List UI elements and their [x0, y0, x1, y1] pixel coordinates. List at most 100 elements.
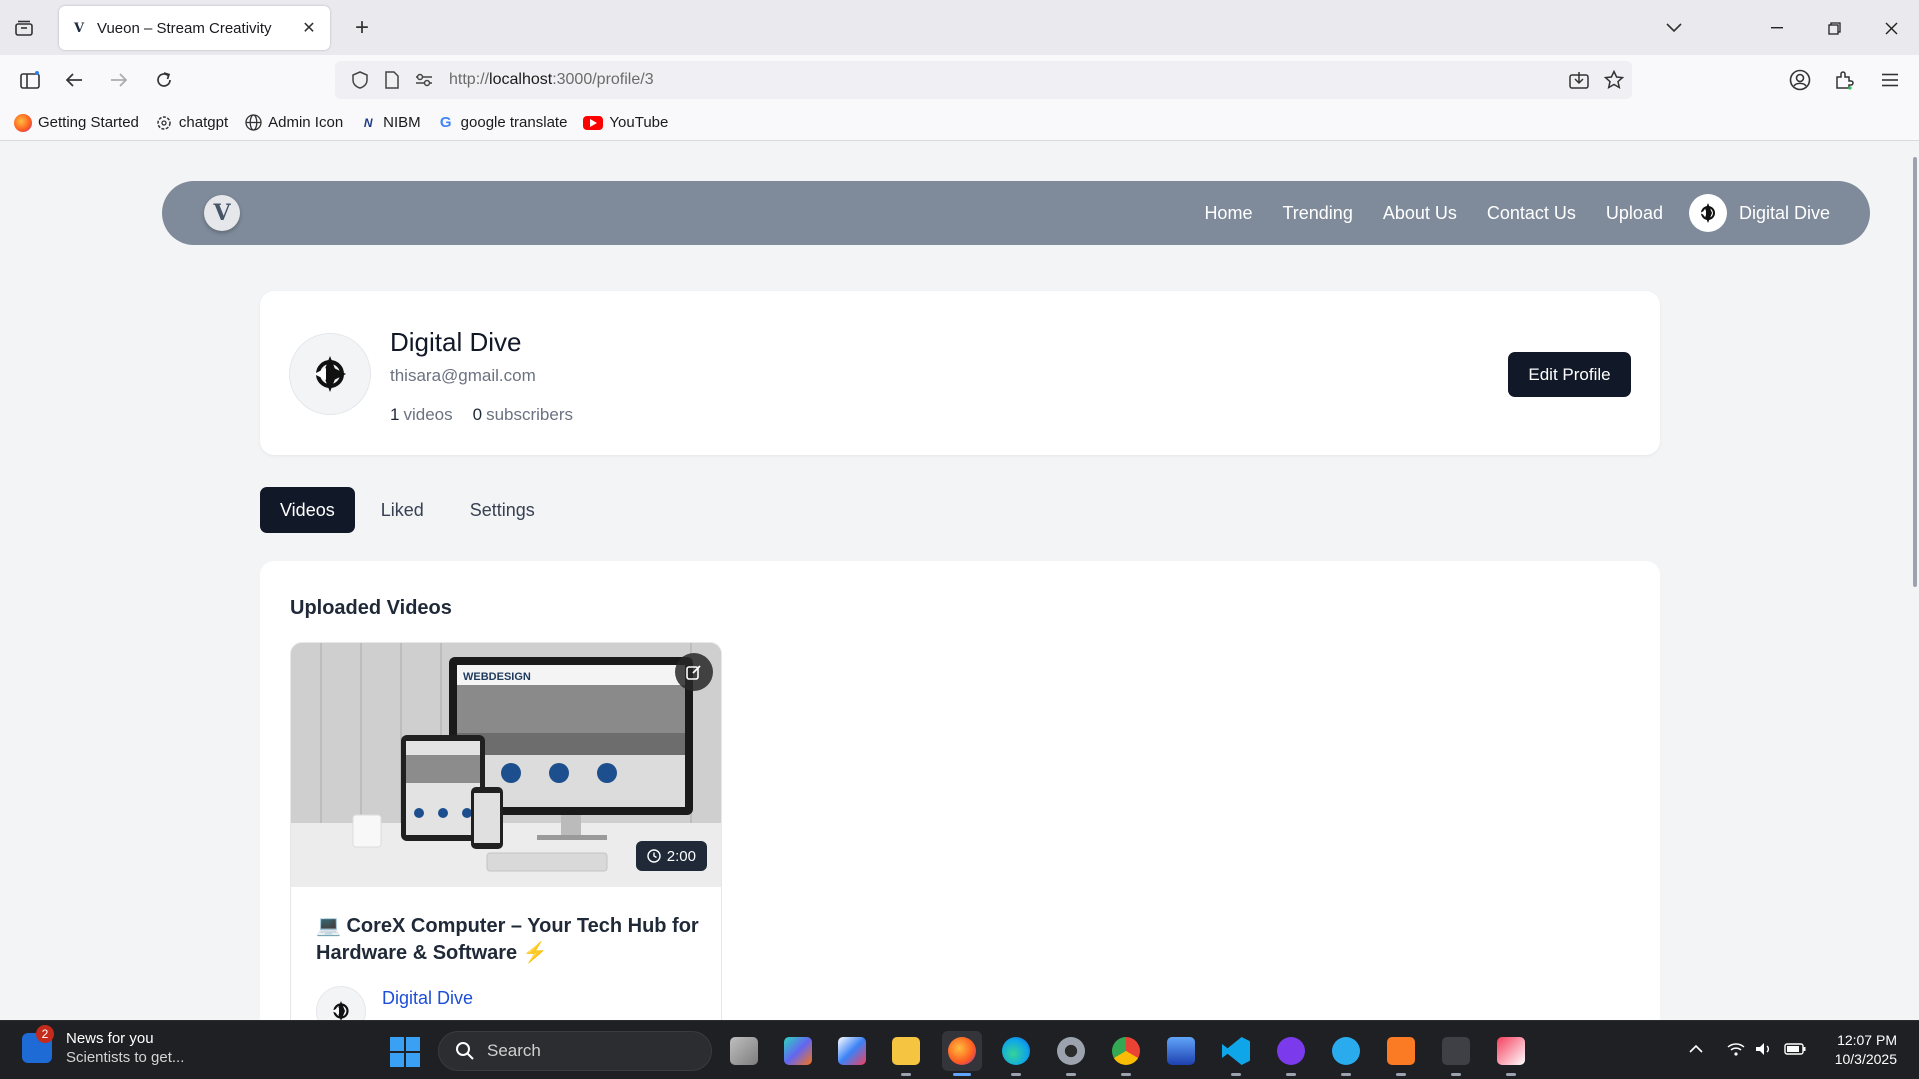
video-duration-badge: 2:00: [635, 841, 707, 871]
bookmark-chatgpt[interactable]: chatgpt: [155, 114, 228, 132]
terminal-icon[interactable]: [1436, 1031, 1476, 1076]
tab-title: Vueon – Stream Creativity: [97, 19, 272, 37]
reload-icon[interactable]: [148, 65, 180, 95]
globe-icon: [244, 114, 262, 132]
sidebar-toggle-icon[interactable]: [14, 65, 46, 95]
permissions-icon[interactable]: [411, 67, 437, 93]
profile-card: Digital Dive thisara@gmail.com 1 videos …: [260, 291, 1660, 455]
nibm-icon: N: [363, 115, 373, 130]
minimize-icon[interactable]: [1757, 12, 1797, 44]
telegram-icon[interactable]: [1326, 1031, 1366, 1076]
restore-icon[interactable]: [1814, 12, 1854, 44]
account-icon[interactable]: [1784, 65, 1816, 95]
wifi-icon[interactable]: [1724, 1037, 1748, 1061]
volume-icon[interactable]: [1752, 1037, 1776, 1061]
bookmark-youtube[interactable]: YouTube: [583, 114, 668, 131]
subscribers-stat: 0 subscribers: [473, 405, 573, 425]
channel-logo-icon: [332, 1001, 349, 1020]
edge-icon[interactable]: [996, 1031, 1036, 1076]
openai-icon: [155, 114, 173, 132]
photos-icon[interactable]: [1161, 1031, 1201, 1071]
search-icon: [456, 1042, 474, 1060]
xampp-icon[interactable]: [1381, 1031, 1421, 1076]
menu-hamburger-icon[interactable]: [1874, 65, 1906, 95]
tab-liked[interactable]: Liked: [361, 487, 444, 533]
clock-icon: [647, 849, 661, 863]
battery-icon[interactable]: [1782, 1037, 1808, 1061]
bookmark-label: NIBM: [383, 114, 421, 131]
tab-overflow-chevron-icon[interactable]: [1654, 12, 1694, 44]
edit-profile-button[interactable]: Edit Profile: [1508, 352, 1631, 397]
news-title: News for you: [66, 1030, 154, 1047]
bookmark-star-icon[interactable]: [1600, 68, 1628, 92]
bookmark-nibm[interactable]: N NIBM: [359, 114, 421, 132]
taskbar-clock[interactable]: 12:07 PM 10/3/2025: [1835, 1031, 1897, 1069]
profile-name: Digital Dive: [390, 327, 522, 357]
new-tab-icon[interactable]: +: [348, 14, 376, 42]
news-widget[interactable]: 2 News for you Scientists to get...: [22, 1025, 185, 1067]
edit-video-icon[interactable]: [675, 653, 713, 691]
profile-tabs: Videos Liked Settings: [260, 487, 561, 533]
store-icon[interactable]: [832, 1031, 872, 1071]
bookmark-getting-started[interactable]: Getting Started: [14, 113, 139, 132]
close-window-icon[interactable]: [1871, 12, 1911, 44]
tab-videos[interactable]: Videos: [260, 487, 355, 533]
clock-time: 12:07 PM: [1837, 1032, 1897, 1048]
nav-trending[interactable]: Trending: [1282, 203, 1352, 224]
nav-about[interactable]: About Us: [1383, 203, 1457, 224]
vscode-icon[interactable]: [1216, 1031, 1256, 1076]
address-bar[interactable]: http://localhost:3000/profile/3: [335, 61, 1632, 99]
nav-home[interactable]: Home: [1204, 203, 1252, 224]
video-card[interactable]: WEBDESIGN 2:00 💻 CoreX Computer – Your T…: [290, 642, 722, 1020]
back-icon[interactable]: [58, 65, 90, 95]
videos-count: 1: [390, 405, 400, 424]
save-page-icon[interactable]: [1565, 68, 1593, 92]
vueon-favicon-icon: V: [73, 20, 85, 36]
video-title[interactable]: 💻 CoreX Computer – Your Tech Hub for Har…: [316, 913, 701, 967]
bookmark-admin-icon[interactable]: Admin Icon: [244, 114, 343, 132]
video-channel[interactable]: Digital Dive: [316, 986, 473, 1020]
tab-list-icon[interactable]: [10, 16, 38, 40]
scrollbar-thumb[interactable]: [1913, 157, 1917, 587]
youtube-icon: [583, 115, 604, 130]
file-explorer-icon[interactable]: [886, 1031, 926, 1076]
profile-avatar: [289, 333, 371, 415]
firefox-icon: [14, 113, 32, 132]
chrome-icon[interactable]: [1106, 1031, 1146, 1076]
channel-name[interactable]: Digital Dive: [382, 988, 473, 1009]
nav-contact[interactable]: Contact Us: [1487, 203, 1576, 224]
news-subtitle: Scientists to get...: [66, 1049, 185, 1066]
nav-upload[interactable]: Upload: [1606, 203, 1663, 224]
page-scrollbar[interactable]: [1911, 141, 1919, 1020]
github-desktop-icon[interactable]: [1271, 1031, 1311, 1076]
taskbar-search[interactable]: Search: [438, 1031, 712, 1071]
firefox-taskbar-icon[interactable]: [942, 1031, 982, 1076]
url-path: :3000/profile/3: [552, 71, 654, 88]
bookmark-google-translate[interactable]: G google translate: [437, 114, 568, 132]
tab-settings[interactable]: Settings: [450, 487, 555, 533]
nav-user-menu[interactable]: Digital Dive: [1688, 194, 1830, 232]
page-viewport: V Home Trending About Us Contact Us Uplo…: [0, 141, 1919, 1020]
url-text[interactable]: http://localhost:3000/profile/3: [449, 71, 654, 89]
nav-user-name: Digital Dive: [1738, 202, 1830, 223]
windows-start-icon[interactable]: [390, 1037, 420, 1067]
page-icon[interactable]: [379, 67, 405, 93]
snipping-tool-icon[interactable]: [1491, 1031, 1531, 1076]
videos-stat: 1 videos: [390, 405, 453, 425]
extensions-icon[interactable]: [1828, 65, 1860, 95]
thumbnail-webdesign-text: WEBDESIGN: [463, 671, 531, 683]
close-tab-icon[interactable]: ✕: [300, 19, 318, 37]
browser-tab-active[interactable]: V Vueon – Stream Creativity ✕: [59, 6, 330, 50]
forward-icon[interactable]: [103, 65, 135, 95]
video-duration: 2:00: [666, 847, 696, 865]
subscribers-label: subscribers: [486, 405, 573, 424]
copilot-icon[interactable]: [778, 1031, 818, 1071]
vueon-logo-icon[interactable]: V: [204, 195, 240, 231]
task-view-icon[interactable]: [724, 1031, 764, 1071]
shield-icon[interactable]: [347, 67, 373, 93]
browser-tab-bar: V Vueon – Stream Creativity ✕ +: [0, 0, 1919, 55]
settings-gear-icon[interactable]: [1051, 1031, 1091, 1076]
channel-logo-icon: [314, 356, 346, 392]
video-thumbnail[interactable]: WEBDESIGN 2:00: [291, 643, 721, 887]
tray-overflow-chevron-icon[interactable]: [1684, 1037, 1708, 1061]
